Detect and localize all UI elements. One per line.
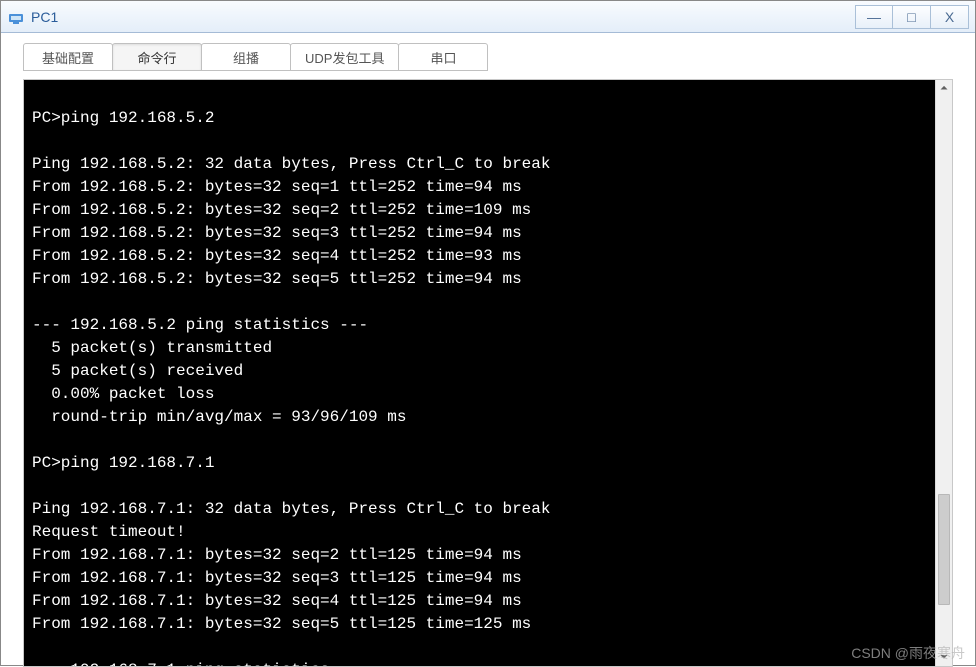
scroll-track[interactable] [936,97,952,649]
window-controls: — □ X [855,5,969,29]
scroll-thumb[interactable] [938,494,950,604]
watermark: CSDN @雨夜寒舟 [851,643,965,663]
tab-basic-config[interactable]: 基础配置 [23,43,113,71]
minimize-button[interactable]: — [855,5,893,29]
maximize-button[interactable]: □ [893,5,931,29]
tabs-row: 基础配置 命令行 组播 UDP发包工具 串口 [1,33,975,71]
tab-serial[interactable]: 串口 [398,43,488,71]
tab-udp-tool[interactable]: UDP发包工具 [290,43,399,71]
terminal[interactable]: PC>ping 192.168.5.2 Ping 192.168.5.2: 32… [24,80,935,666]
close-button[interactable]: X [931,5,969,29]
tab-multicast[interactable]: 组播 [201,43,291,71]
terminal-wrap: PC>ping 192.168.5.2 Ping 192.168.5.2: 32… [23,79,953,667]
app-icon [7,8,25,26]
scroll-up-button[interactable]: ⏶ [936,80,952,97]
window-title: PC1 [31,9,855,25]
titlebar: PC1 — □ X [1,1,975,33]
scrollbar[interactable]: ⏶ ⏷ [935,80,952,666]
tab-cli[interactable]: 命令行 [112,43,202,71]
